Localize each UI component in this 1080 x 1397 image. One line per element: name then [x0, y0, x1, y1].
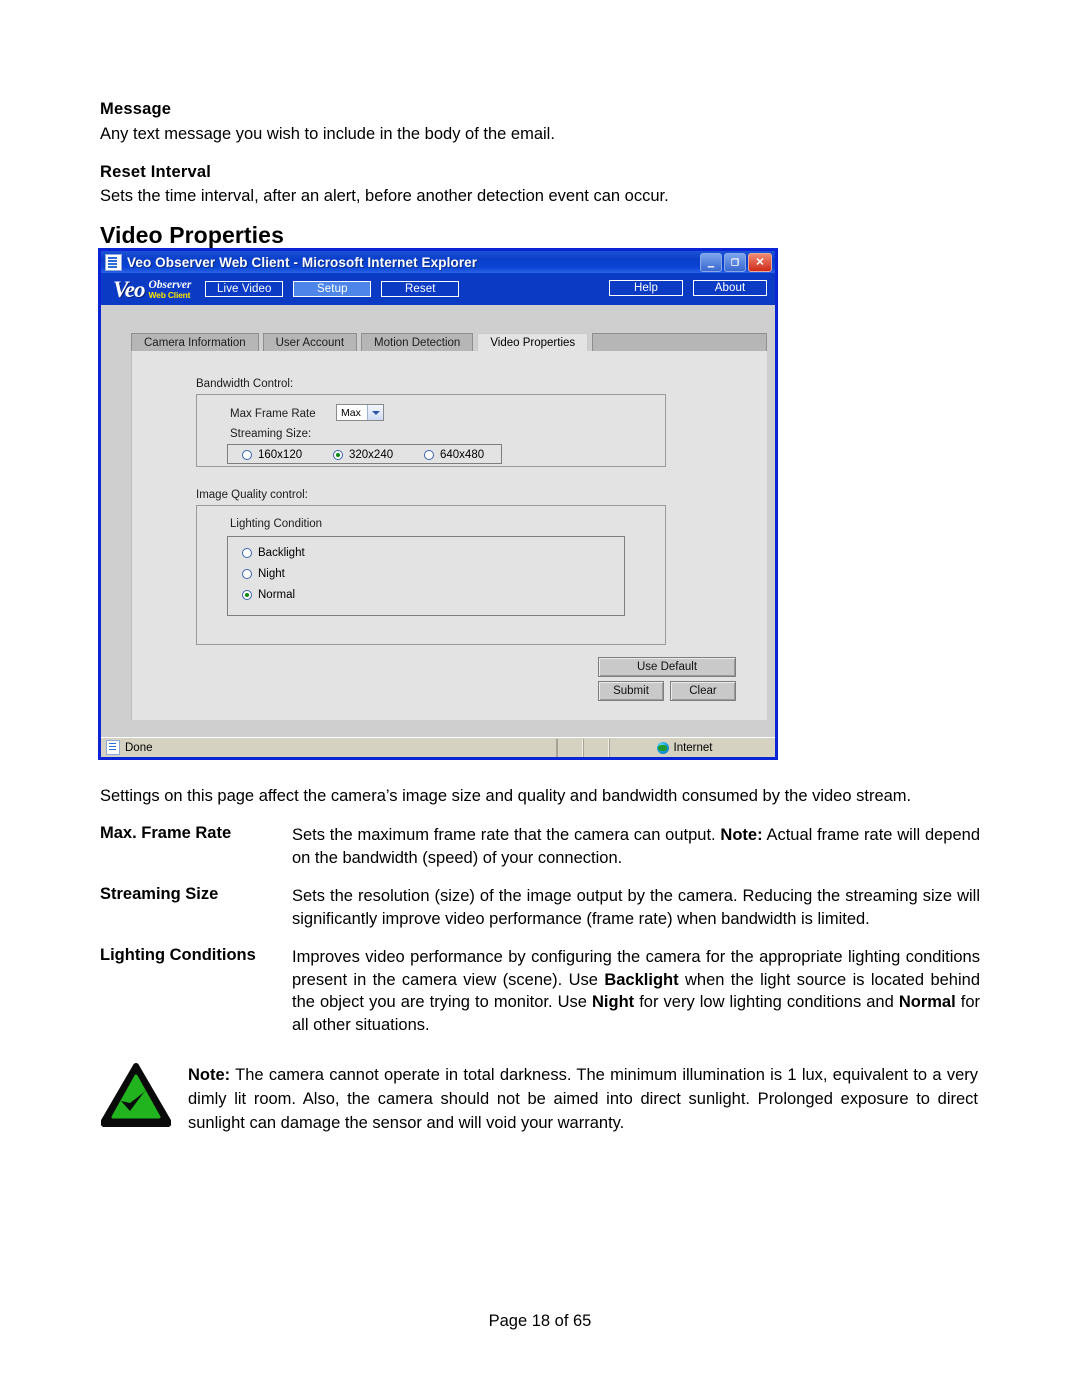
note-text: Note: The camera cannot operate in total… [188, 1066, 978, 1132]
status-segment [583, 738, 609, 757]
section-body-reset-interval: Sets the time interval, after an alert, … [100, 187, 669, 205]
radio-icon[interactable] [424, 450, 434, 460]
clear-button[interactable]: Clear [670, 681, 736, 701]
ie-page-icon [106, 740, 120, 755]
max-frame-rate-value: Max [341, 406, 361, 419]
window-controls: – ❐ ✕ [700, 253, 772, 272]
radio-streaming-320x240[interactable]: 320x240 [333, 449, 393, 461]
definition-term-streaming-size: Streaming Size [100, 885, 219, 903]
lighting-condition-label: Lighting Condition [230, 518, 323, 530]
brand-tagline-line2: Web Client [148, 289, 191, 300]
status-message-area: Done [101, 738, 557, 757]
radio-icon[interactable] [242, 450, 252, 460]
minimize-icon: – [707, 258, 715, 273]
radio-label: 160x120 [258, 449, 303, 461]
settings-panel: Bandwidth Control: Max Frame Rate Max St… [131, 351, 767, 720]
radio-icon[interactable] [242, 548, 252, 558]
radio-label: 640x480 [440, 449, 485, 461]
definition-body-lighting-conditions: Improves video performance by configurin… [292, 948, 980, 1034]
nav-button-live-video[interactable]: Live Video [205, 281, 284, 297]
bandwidth-control-label: Bandwidth Control: [196, 378, 294, 390]
status-bar: Done Internet [101, 737, 775, 757]
section-body-message: Any text message you wish to include in … [100, 125, 555, 143]
radio-label: Night [258, 568, 285, 580]
resize-grip[interactable] [759, 739, 775, 757]
maximize-button[interactable]: ❐ [724, 253, 746, 272]
definition-body-max-frame-rate: Sets the maximum frame rate that the cam… [292, 826, 981, 867]
tab-strip-filler [592, 333, 767, 352]
status-text: Done [125, 741, 153, 754]
window-titlebar: Veo Observer Web Client - Microsoft Inte… [101, 251, 775, 273]
streaming-size-group: 160x120 320x240 640x480 [227, 444, 502, 464]
radio-icon[interactable] [242, 569, 252, 579]
definition-body-streaming-size: Sets the resolution (size) of the image … [292, 887, 980, 928]
maximize-icon: ❐ [730, 257, 740, 267]
page-title: Video Properties [100, 222, 284, 248]
submit-button[interactable]: Submit [598, 681, 664, 701]
radio-label: 320x240 [349, 449, 394, 461]
max-frame-rate-label: Max Frame Rate [230, 408, 316, 420]
veo-logo: Veo Observer Web Client [113, 278, 191, 301]
close-icon: ✕ [755, 256, 765, 268]
window-title: Veo Observer Web Client - Microsoft Inte… [127, 254, 478, 270]
ie-page-icon [105, 253, 122, 271]
browser-client-area: Camera Information User Account Motion D… [101, 305, 775, 737]
image-quality-control-label: Image Quality control: [196, 489, 308, 501]
radio-label: Normal [258, 589, 296, 601]
nav-button-about[interactable]: About [693, 280, 767, 296]
app-navbar: Veo Observer Web Client Live Video Setup… [101, 273, 775, 305]
tab-user-account[interactable]: User Account [262, 333, 358, 352]
intro-paragraph: Settings on this page affect the camera’… [100, 787, 912, 805]
max-frame-rate-select[interactable]: Max [336, 404, 384, 421]
radio-streaming-160x120[interactable]: 160x120 [242, 449, 302, 461]
brand-name: Veo [113, 276, 145, 302]
use-default-button[interactable]: Use Default [598, 657, 736, 677]
nav-right-group: Help About [599, 280, 767, 296]
document-page: Message Any text message you wish to inc… [0, 0, 1080, 1397]
definition-term-max-frame-rate: Max. Frame Rate [100, 824, 232, 842]
radio-label: Backlight [258, 547, 305, 559]
nav-button-reset[interactable]: Reset [381, 281, 460, 297]
bandwidth-control-group: Max Frame Rate Max Streaming Size: 160x1… [196, 394, 666, 467]
radio-lighting-normal[interactable]: Normal [242, 589, 295, 601]
brand-tagline: Observer Web Client [149, 279, 192, 300]
security-zone-area: Internet [609, 738, 759, 757]
tab-camera-information[interactable]: Camera Information [131, 333, 259, 352]
radio-lighting-night[interactable]: Night [242, 568, 285, 580]
internet-globe-icon [656, 741, 669, 754]
brand-tagline-line1: Observer [148, 278, 192, 291]
streaming-size-label: Streaming Size: [230, 428, 312, 440]
nav-button-setup[interactable]: Setup [293, 281, 372, 297]
radio-icon-selected[interactable] [242, 590, 252, 600]
close-button[interactable]: ✕ [748, 253, 772, 272]
browser-window: Veo Observer Web Client - Microsoft Inte… [98, 248, 778, 760]
section-heading-reset-interval: Reset Interval [100, 163, 212, 181]
tab-strip: Camera Information User Account Motion D… [131, 333, 767, 352]
nav-button-help[interactable]: Help [609, 280, 683, 296]
page-footer: Page 18 of 65 [488, 1312, 592, 1330]
radio-icon-selected[interactable] [333, 450, 343, 460]
minimize-button[interactable]: – [700, 253, 722, 272]
tab-motion-detection[interactable]: Motion Detection [361, 333, 474, 352]
section-heading-message: Message [100, 100, 172, 118]
radio-lighting-backlight[interactable]: Backlight [242, 547, 305, 559]
status-segment [557, 738, 583, 757]
image-quality-control-group: Lighting Condition Backlight Night Norma… [196, 505, 666, 645]
lighting-condition-group: Backlight Night Normal [227, 536, 625, 616]
green-check-triangle-icon [100, 1063, 172, 1128]
definition-term-lighting-conditions: Lighting Conditions [100, 946, 256, 964]
chevron-down-icon[interactable] [367, 405, 383, 420]
security-zone-text: Internet [673, 741, 713, 754]
tab-video-properties[interactable]: Video Properties [477, 333, 589, 352]
radio-streaming-640x480[interactable]: 640x480 [424, 449, 484, 461]
